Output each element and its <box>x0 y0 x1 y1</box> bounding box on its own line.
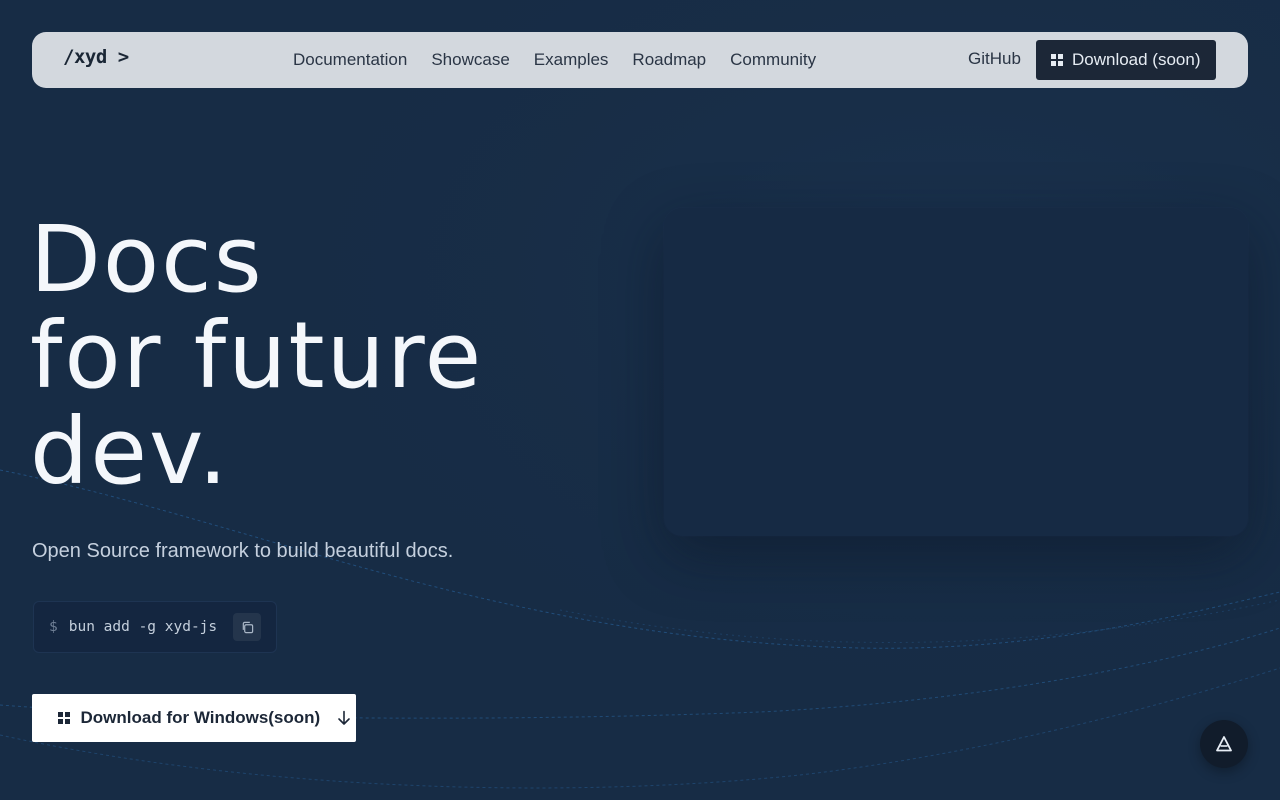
nav-link-community[interactable]: Community <box>730 50 816 70</box>
windows-icon <box>58 712 70 724</box>
download-windows-button[interactable]: Download for Windows(soon) <box>32 694 356 742</box>
preview-panel <box>664 208 1248 536</box>
triangle-a-icon <box>1216 736 1232 752</box>
nav-download-button[interactable]: Download (soon) <box>1036 40 1216 80</box>
hero-title-line-2: for future <box>30 302 484 409</box>
windows-icon <box>1051 54 1063 66</box>
hero-title: Docs for future dev. <box>30 212 483 500</box>
nav-link-showcase[interactable]: Showcase <box>431 50 509 70</box>
command-text[interactable]: bun add -g xyd-js <box>69 619 217 635</box>
download-windows-label: Download for Windows(soon) <box>80 708 321 727</box>
hero-title-line-1: Docs <box>30 206 264 313</box>
top-navbar: /xyd > Documentation Showcase Examples R… <box>32 32 1248 88</box>
nav-links: Documentation Showcase Examples Roadmap … <box>293 32 840 88</box>
arrow-down-icon <box>337 710 351 726</box>
nav-download-label: Download (soon) <box>1071 50 1201 69</box>
install-command-box: $ bun add -g xyd-js <box>33 601 277 653</box>
nav-link-documentation[interactable]: Documentation <box>293 50 407 70</box>
site-logo[interactable]: /xyd > <box>63 46 129 68</box>
nav-link-examples[interactable]: Examples <box>534 50 609 70</box>
nav-link-roadmap[interactable]: Roadmap <box>632 50 706 70</box>
copy-button[interactable] <box>233 613 261 641</box>
github-link[interactable]: GitHub <box>968 49 1021 69</box>
copy-icon <box>242 621 253 633</box>
hero-title-line-3: dev. <box>30 398 230 505</box>
command-prompt: $ <box>49 619 58 635</box>
floating-action-button[interactable] <box>1200 720 1248 768</box>
hero-subtitle: Open Source framework to build beautiful… <box>32 540 454 562</box>
